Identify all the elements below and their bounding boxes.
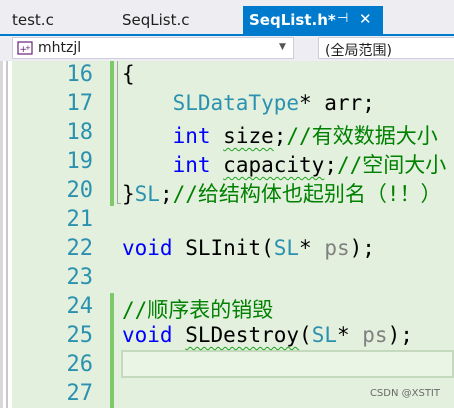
- code-token: *: [336, 323, 363, 347]
- code-line[interactable]: 18 int size;//有效数据大小: [0, 119, 454, 148]
- watermark: CSDN @XSTIT: [369, 388, 440, 399]
- code-token: );: [349, 236, 375, 260]
- code-token: *: [299, 236, 325, 260]
- code-line[interactable]: 17 SLDataType* arr;: [0, 90, 454, 119]
- line-number: 22: [66, 236, 94, 261]
- pin-icon[interactable]: ⊣: [337, 11, 348, 26]
- project-scope-value: mhtzjl: [38, 40, 82, 56]
- code-editor[interactable]: 16{17 SLDataType* arr; 18 int size;//有效数据…: [0, 61, 454, 408]
- code-token: SL: [134, 182, 160, 206]
- code-token: SL: [273, 236, 300, 260]
- line-number: 17: [66, 91, 94, 116]
- tab-seqlist-c[interactable]: SeqList.c: [122, 6, 190, 34]
- code-line[interactable]: 26: [0, 351, 454, 380]
- svg-text:+: +: [25, 44, 31, 52]
- code-token: ps: [324, 236, 350, 260]
- line-number: 25: [66, 323, 94, 348]
- chevron-down-icon[interactable]: ▼: [279, 42, 286, 52]
- code-token: //给结构体也起别名（!！）: [172, 182, 442, 206]
- code-token: size: [223, 124, 274, 148]
- line-number: 16: [66, 62, 94, 87]
- code-token: {: [122, 62, 135, 86]
- code-token: * arr;: [299, 91, 375, 115]
- code-token: }: [122, 182, 135, 206]
- code-token: void: [122, 323, 173, 347]
- line-number: 23: [66, 265, 94, 290]
- code-token: //顺序表的销毁: [122, 298, 274, 322]
- code-token: SLDestroy: [185, 323, 300, 347]
- line-number: 26: [66, 352, 94, 377]
- code-line[interactable]: 21: [0, 206, 454, 235]
- code-text: {: [122, 62, 135, 86]
- code-line[interactable]: 19 int capacity;//空间大小: [0, 148, 454, 177]
- code-text: int capacity;//空间大小: [122, 149, 447, 179]
- code-token: capacity: [223, 153, 325, 177]
- project-scope-dropdown[interactable]: + + mhtzjl ▼: [12, 37, 294, 59]
- code-text: SLDataType* arr;: [122, 91, 375, 115]
- code-text: }SL;//给结构体也起别名（!！）: [122, 178, 442, 208]
- code-token: ;: [273, 124, 287, 148]
- code-token: ;: [324, 153, 337, 177]
- navigation-bar: + + mhtzjl ▼ (全局范围): [0, 36, 454, 61]
- tab-test-c[interactable]: test.c: [12, 6, 54, 34]
- code-token: SLInit(: [172, 236, 274, 260]
- code-token: //有效数据大小: [286, 124, 438, 148]
- tab-label: SeqList.h*: [249, 11, 336, 29]
- code-token: SL: [311, 323, 337, 347]
- tab-seqlist-h[interactable]: SeqList.h* ⊣ ✕: [243, 6, 383, 34]
- code-token: SLDataType: [172, 91, 300, 115]
- close-icon[interactable]: ✕: [359, 10, 372, 28]
- line-number: 20: [66, 178, 94, 203]
- code-token: ;: [159, 182, 173, 206]
- code-token: void: [122, 236, 173, 260]
- code-token: (: [299, 323, 312, 347]
- line-number: 18: [66, 120, 94, 145]
- code-token: //空间大小: [336, 153, 447, 177]
- code-line[interactable]: 25 void SLDestroy(SL* ps);: [0, 322, 454, 351]
- code-text: int size;//有效数据大小: [122, 120, 438, 150]
- document-tab-strip: test.c SeqList.c SeqList.h* ⊣ ✕: [0, 0, 454, 34]
- code-line[interactable]: 22 void SLInit(SL* ps);: [0, 235, 454, 264]
- code-text: //顺序表的销毁: [122, 294, 273, 324]
- code-token: int: [172, 124, 211, 148]
- member-scope-dropdown[interactable]: (全局范围): [318, 37, 454, 59]
- code-text: void SLInit(SL* ps);: [122, 236, 375, 260]
- code-line[interactable]: 20}SL;//给结构体也起别名（!！）: [0, 177, 454, 206]
- code-line[interactable]: 16 {: [0, 61, 454, 90]
- member-scope-value: (全局范围): [325, 43, 392, 59]
- line-number: 27: [66, 381, 94, 406]
- code-token: );: [387, 323, 413, 347]
- code-token: int: [172, 153, 211, 177]
- code-token: ps: [362, 323, 388, 347]
- tab-label: SeqList.c: [122, 11, 190, 29]
- code-text: void SLDestroy(SL* ps);: [122, 323, 413, 347]
- tab-label: test.c: [12, 11, 54, 29]
- line-number: 21: [66, 207, 94, 232]
- project-icon: + +: [17, 41, 33, 55]
- code-line[interactable]: 24 //顺序表的销毁: [0, 293, 454, 322]
- line-number: 19: [66, 149, 94, 174]
- code-line[interactable]: 23: [0, 264, 454, 293]
- line-number: 24: [66, 294, 94, 319]
